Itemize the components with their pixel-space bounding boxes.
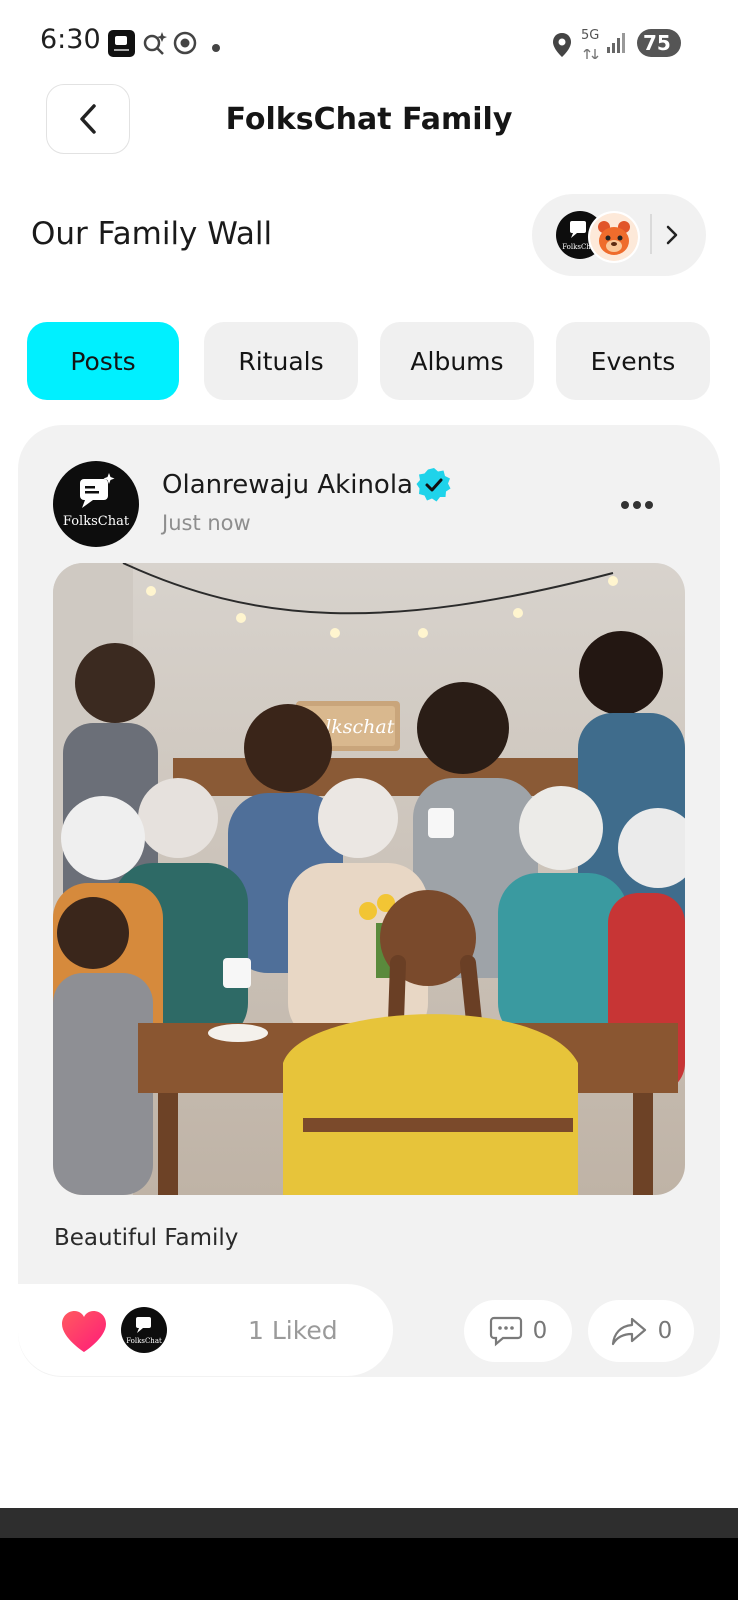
- data-arrows-icon: [583, 44, 599, 63]
- share-count: 0: [657, 1318, 673, 1344]
- family-members-button[interactable]: FolksChat: [532, 194, 706, 276]
- wall-title: Our Family Wall: [31, 216, 273, 252]
- author-name[interactable]: Olanrewaju Akinola: [162, 470, 413, 500]
- location-icon: [552, 32, 572, 62]
- heart-icon[interactable]: [60, 1310, 108, 1358]
- share-button[interactable]: 0: [588, 1300, 694, 1362]
- battery-level: 75: [643, 31, 671, 55]
- members-divider: [650, 214, 652, 254]
- target-icon: [172, 30, 198, 60]
- tab-rituals[interactable]: Rituals: [204, 322, 358, 400]
- chevron-right-icon: [666, 225, 678, 245]
- tab-albums[interactable]: Albums: [380, 322, 534, 400]
- author-avatar[interactable]: FolksChat: [53, 461, 139, 547]
- liked-count-label[interactable]: 1 Liked: [248, 1316, 338, 1345]
- more-options-icon[interactable]: [620, 496, 654, 515]
- notification-dot-icon: [211, 38, 221, 57]
- comment-button[interactable]: 0: [464, 1300, 572, 1362]
- comment-count: 0: [532, 1318, 548, 1344]
- system-nav-strip: [0, 1508, 738, 1538]
- share-icon: [611, 1317, 646, 1346]
- signal-icon: [606, 32, 628, 58]
- author-avatar-logo-text: FolksChat: [63, 514, 130, 529]
- svg-text:FolksChat: FolksChat: [126, 1337, 162, 1345]
- post-caption: Beautiful Family: [54, 1225, 239, 1251]
- network-type-label: 5G: [581, 28, 600, 43]
- folkschat-app-notification-icon: [108, 30, 135, 61]
- liker-avatar: FolksChat: [121, 1307, 167, 1353]
- comment-icon: [489, 1316, 522, 1347]
- tab-events[interactable]: Events: [556, 322, 710, 400]
- post-photo[interactable]: Folkschat: [53, 563, 685, 1195]
- member-avatar-cartoon: [588, 211, 640, 263]
- tab-posts[interactable]: Posts: [27, 322, 179, 400]
- system-nav-bar: [0, 1538, 738, 1600]
- battery-indicator: 75: [637, 29, 681, 57]
- status-time: 6:30: [40, 24, 101, 55]
- search-sparkle-icon: [142, 30, 168, 60]
- page-title: FolksChat Family: [225, 102, 513, 137]
- verified-badge-icon: [415, 466, 453, 508]
- post-timestamp: Just now: [162, 511, 251, 535]
